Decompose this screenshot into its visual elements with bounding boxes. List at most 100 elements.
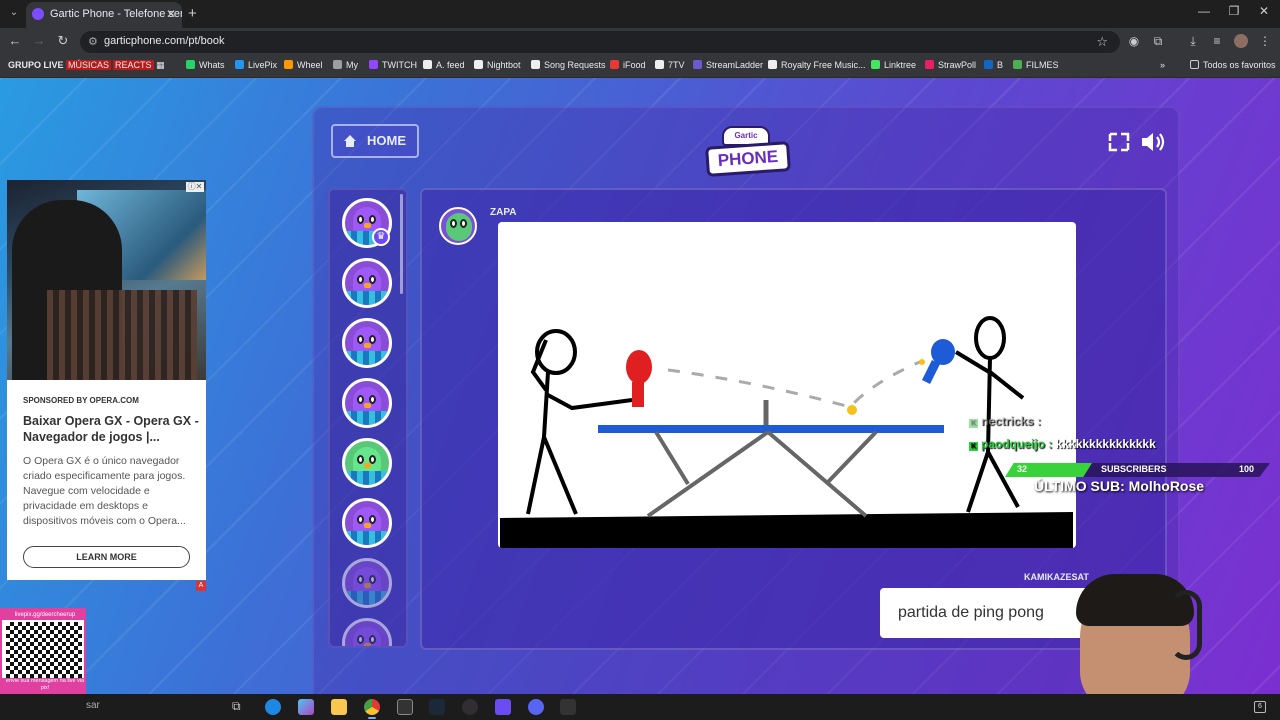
bookmarks-bar: GRUPO LIVE MÚSICAS REACTS ▦ Whats LivePi… — [0, 56, 1280, 78]
tab-close-icon[interactable]: ✕ — [166, 2, 176, 26]
sub-label: SUBSCRIBERS — [1101, 464, 1167, 474]
browser-tab[interactable]: Gartic Phone - Telefone sem fio ✕ — [26, 2, 182, 28]
guess-text: partida de ping pong — [880, 588, 1100, 638]
bookmark-b-icon — [984, 60, 993, 69]
bookmark-item[interactable]: iFood — [610, 60, 646, 70]
livepix-qr-code: livepix.gg/deercheerup envie sua mensage… — [0, 608, 86, 694]
notification-count[interactable]: 6 — [1254, 701, 1266, 713]
copilot-icon[interactable] — [298, 699, 314, 715]
bookmark-item[interactable]: StreamLadder — [693, 60, 763, 70]
player-list[interactable]: ♛ — [328, 188, 408, 648]
bookmark-item[interactable]: Linktree — [871, 60, 916, 70]
bookmark-item[interactable]: Wheel — [284, 60, 323, 70]
bookmark-item[interactable]: My — [333, 60, 358, 70]
ping-pong-drawing — [500, 316, 1073, 548]
taskbar-search[interactable]: sar — [86, 700, 100, 711]
my-icon — [333, 60, 342, 69]
player-avatar[interactable] — [342, 438, 392, 488]
player-avatar[interactable] — [342, 498, 392, 548]
player-avatar[interactable] — [342, 378, 392, 428]
author-avatar — [439, 207, 477, 245]
close-window-icon[interactable]: ✕ — [1252, 4, 1276, 18]
player-avatar[interactable] — [342, 318, 392, 368]
address-bar[interactable]: ⚙ garticphone.com/pt/book ☆ — [80, 31, 1120, 53]
all-favorites-folder[interactable]: Todos os favoritos — [1190, 60, 1276, 70]
host-crown-icon: ♛ — [372, 228, 390, 246]
home-icon — [344, 135, 356, 147]
more-bookmarks-icon[interactable]: » — [1160, 60, 1165, 70]
bookmark-item[interactable]: B — [984, 60, 1003, 70]
app-icon[interactable] — [495, 699, 511, 715]
task-view-icon[interactable]: ⧉ — [232, 699, 248, 715]
player-avatar[interactable] — [342, 558, 392, 608]
browser-menu-icon[interactable]: ⋮ — [1258, 34, 1272, 48]
bookmark-item[interactable]: Royalty Free Music... — [768, 60, 866, 70]
bookmark-item[interactable]: FILMES — [1013, 60, 1059, 70]
player-avatar[interactable] — [342, 618, 392, 646]
bookmark-item[interactable]: MÚSICAS — [66, 60, 112, 70]
tab-title: Gartic Phone - Telefone sem fio — [50, 8, 182, 20]
ifood-icon — [610, 60, 619, 69]
ad-choices-icon[interactable]: ⓘ✕ — [186, 182, 204, 192]
bookmark-item[interactable]: 7TV — [655, 60, 685, 70]
author-name: ZAPA — [490, 207, 517, 218]
obs-icon[interactable] — [462, 699, 478, 715]
site-info-icon[interactable]: ⚙ — [88, 35, 98, 48]
tab-search-icon[interactable]: ⌄ — [6, 5, 22, 21]
ad-title[interactable]: Baixar Opera GX - Opera GX - Navegador d… — [23, 413, 199, 445]
forward-icon[interactable]: → — [30, 33, 48, 48]
gartic-favicon-icon — [32, 8, 44, 20]
sub-goal-bar: 32 SUBSCRIBERS 100 — [1005, 463, 1270, 477]
windows-taskbar: sar ⧉ 6 — [0, 694, 1280, 720]
back-icon[interactable]: ← — [6, 33, 24, 48]
bookmark-item[interactable]: REACTS — [113, 60, 154, 70]
new-tab-icon[interactable]: + — [188, 5, 197, 22]
sponsored-ad[interactable]: ⓘ✕ SPONSORED BY OPERA.COM Baixar Opera G… — [7, 180, 206, 580]
player-avatar[interactable] — [342, 258, 392, 308]
bookmark-item[interactable]: A. feed — [423, 60, 465, 70]
bookmark-item[interactable]: LivePix — [235, 60, 277, 70]
chat-badge-icon: K — [969, 442, 978, 451]
volume-icon[interactable] — [1140, 131, 1166, 153]
linktree-icon — [871, 60, 880, 69]
twitch-icon — [369, 60, 378, 69]
steam-icon[interactable] — [429, 699, 445, 715]
discord-icon[interactable] — [528, 699, 544, 715]
strawpoll-icon — [925, 60, 934, 69]
edge-icon[interactable] — [265, 699, 281, 715]
profile-avatar[interactable] — [1234, 34, 1248, 48]
apps-grid-icon[interactable]: ▦ — [156, 60, 165, 71]
qr-caption: envie sua mensagem na live via pix! — [2, 678, 84, 692]
bookmark-item[interactable]: Song Requests — [531, 60, 606, 70]
bookmark-item[interactable]: TWITCH — [369, 60, 417, 70]
extension-icon[interactable]: ◉ — [1127, 34, 1141, 48]
home-button[interactable]: HOME — [331, 124, 419, 158]
bookmark-star-icon[interactable]: ☆ — [1096, 34, 1108, 50]
player-list-scrollbar[interactable] — [400, 194, 403, 294]
chrome-icon[interactable] — [364, 699, 380, 715]
home-label: HOME — [367, 133, 406, 148]
minimize-icon[interactable]: — — [1192, 4, 1216, 18]
extensions-puzzle-icon[interactable]: ⧉ — [1151, 34, 1165, 48]
bookmark-item[interactable]: Nightbot — [474, 60, 521, 70]
fullscreen-icon[interactable] — [1108, 132, 1130, 152]
file-explorer-icon[interactable] — [331, 699, 347, 715]
whats-icon — [186, 60, 195, 69]
download-icon[interactable]: ⤓ — [1186, 34, 1200, 48]
reading-list-icon[interactable]: ≡ — [1210, 34, 1224, 48]
bookmark-item[interactable]: Whats — [186, 60, 225, 70]
restore-icon[interactable]: ❐ — [1222, 4, 1246, 18]
bookmark-item[interactable]: GRUPO LIVE — [8, 60, 64, 70]
learn-more-button[interactable]: LEARN MORE — [23, 546, 190, 568]
livepix-icon — [235, 60, 244, 69]
folder-icon — [1190, 60, 1199, 69]
filmes-icon — [1013, 60, 1022, 69]
app-icon[interactable] — [397, 699, 413, 715]
chat-badge-icon: K — [969, 419, 978, 428]
wheel-icon — [284, 60, 293, 69]
logo-word: PHONE — [705, 141, 791, 177]
reload-icon[interactable]: ↻ — [54, 33, 72, 49]
bookmark-item[interactable]: StrawPoll — [925, 60, 976, 70]
app-icon[interactable] — [560, 699, 576, 715]
sub-current: 32 — [1017, 464, 1028, 474]
